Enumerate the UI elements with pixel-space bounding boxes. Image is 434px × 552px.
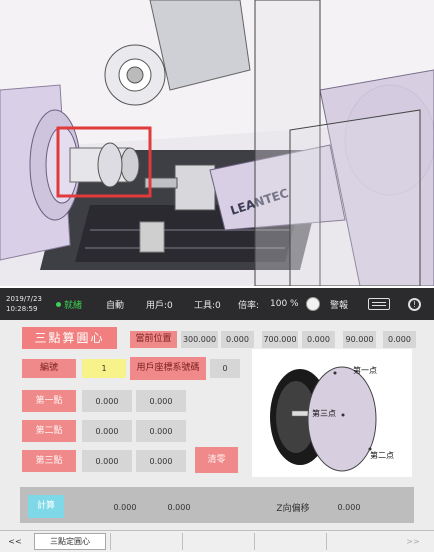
id-label: 編號 [22,359,76,378]
rate-label: 倍率: [238,300,260,311]
current-pos-value: 0.000 [302,331,335,348]
teach-point-1-button[interactable]: 第一點 [22,390,76,412]
current-pos-value: 300.000 [181,331,218,348]
diagram-point-3-label: 第三点 [312,408,336,418]
current-pos-value: 700.000 [262,331,298,348]
point-1-y: 0.000 [136,390,186,412]
tab-prev-button[interactable]: << [4,533,26,550]
running-dot-icon [56,301,61,307]
teach-point-3-button[interactable]: 第三點 [22,450,76,472]
status-time: 10:28:59 [6,305,38,313]
tab-bar: << 三點定圓心 >> [0,530,434,552]
user-coord-label: 用戶座標系號碼 [130,357,206,380]
point-3-y: 0.000 [136,450,186,472]
current-pos-value: 0.000 [383,331,416,348]
tab-three-point-circle[interactable]: 三點定圓心 [34,533,106,550]
point-2-y: 0.000 [136,420,186,442]
keyboard-icon[interactable] [368,298,390,310]
current-position-button[interactable]: 當前位置 [130,331,177,348]
point-3-x: 0.000 [82,450,132,472]
circle-diagram: 第一点 第三点 第二点 [270,365,394,472]
rate-dial-icon[interactable] [306,297,320,311]
running-status: 就緒 [64,300,83,311]
tab-next-button[interactable]: >> [400,533,426,550]
alarm-label[interactable]: 警報 [330,288,348,320]
diagram-point-2-label: 第二点 [370,450,394,460]
z-offset-label: Z向偏移 [276,503,310,514]
current-pos-value: 90.000 [343,331,376,348]
z-offset-value[interactable]: 0.000 [327,497,371,517]
info-icon[interactable]: ! [408,297,421,311]
three-point-diagram: 第一点 第三点 第二点 [252,349,412,477]
tool-indicator: 工具:0 [194,300,221,311]
diagram-point-1-label: 第一点 [353,365,377,375]
user-indicator: 用戶:0 [146,300,173,311]
clear-button[interactable]: 清零 [195,447,238,473]
machine-illustration: LEANTEC [0,0,434,287]
user-coord-field[interactable]: 0 [210,359,240,378]
point-1-x: 0.000 [82,390,132,412]
current-pos-value: 0.000 [221,331,254,348]
result-y: 0.000 [167,502,191,512]
status-date: 2019/7/23 [6,295,42,303]
calculate-button[interactable]: 計算 [28,495,64,518]
page-title: 三點算圓心 [22,327,117,349]
teach-point-2-button[interactable]: 第二點 [22,420,76,442]
rate-value: 100 % [270,299,299,309]
id-field[interactable]: 1 [82,359,126,378]
result-x: 0.000 [113,502,137,512]
mode-indicator: 自動 [106,300,125,311]
machine-scene: LEANTEC [0,0,434,288]
point-2-x: 0.000 [82,420,132,442]
status-bar: 2019/7/23 10:28:59 就緒 自動 用戶:0 工具:0 倍率: 1… [0,288,434,320]
